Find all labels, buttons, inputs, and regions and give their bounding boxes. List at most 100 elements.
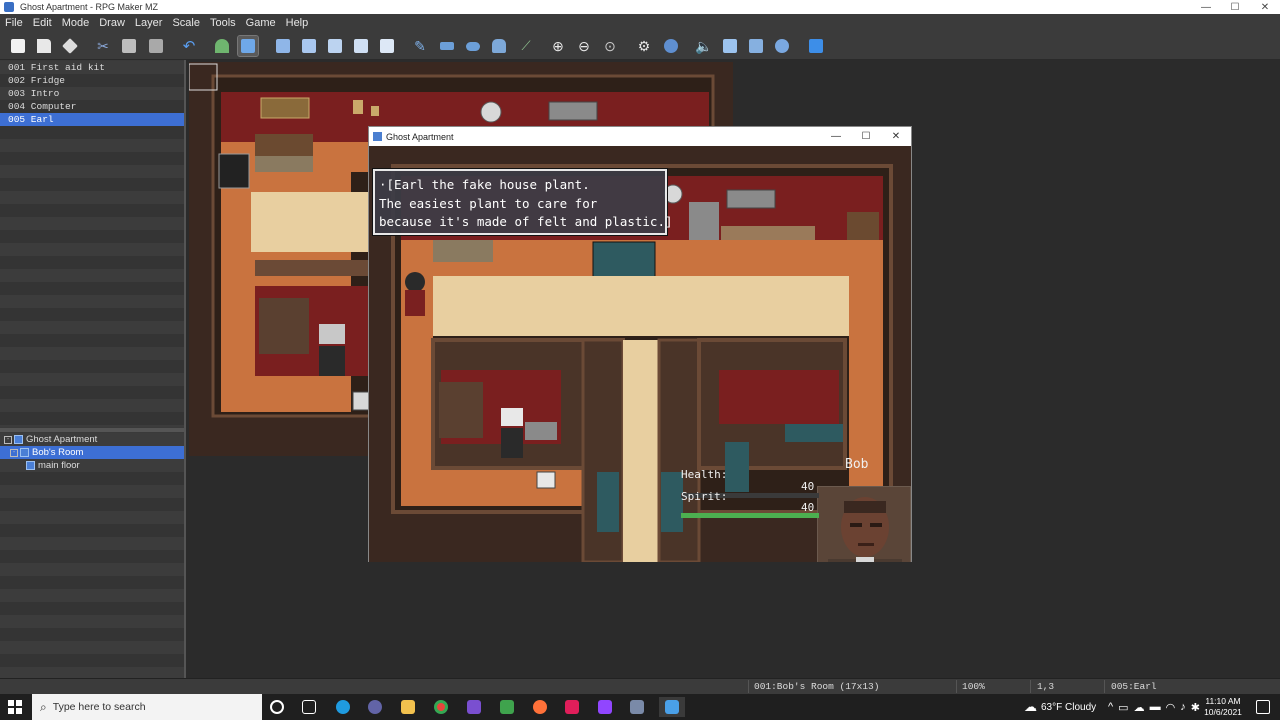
cut-icon[interactable]: ✂ — [93, 36, 113, 56]
status-coords: 1,3 — [1037, 681, 1055, 692]
cortana-icon[interactable] — [266, 697, 288, 717]
menu-mode[interactable]: Mode — [57, 17, 95, 29]
map-tree-project[interactable]: - Ghost Apartment — [0, 433, 184, 446]
message-line: ·[Earl the fake house plant. — [379, 177, 590, 192]
close-button[interactable]: ✕ — [1250, 0, 1280, 14]
tray-wifi-icon[interactable]: ◠ — [1166, 701, 1181, 714]
character-generator-icon[interactable] — [772, 36, 792, 56]
edge-icon[interactable] — [332, 697, 354, 717]
event-list: 001 First aid kit 002 Fridge 003 Intro 0… — [0, 61, 184, 427]
spirit-bar — [681, 513, 819, 518]
firefox-icon[interactable] — [529, 697, 551, 717]
playtest-maximize-button[interactable]: ☐ — [851, 127, 881, 146]
windows-start-icon[interactable] — [4, 697, 26, 717]
task-view-icon[interactable] — [298, 697, 320, 717]
layer-d-icon[interactable] — [351, 36, 371, 56]
event-list-item[interactable]: 001 First aid kit — [0, 61, 184, 74]
game-viewport[interactable]: ·[Earl the fake house plant. The easiest… — [369, 146, 911, 562]
maximize-button[interactable]: ☐ — [1220, 0, 1250, 14]
slack-icon[interactable] — [561, 697, 583, 717]
app-icon[interactable] — [463, 697, 485, 717]
copy-icon[interactable] — [119, 36, 139, 56]
tray-network-icon[interactable]: ▭ — [1118, 701, 1133, 714]
open-project-icon[interactable] — [34, 36, 54, 56]
menu-tools[interactable]: Tools — [205, 17, 241, 29]
tray-cloud-icon[interactable]: ☁ — [1134, 701, 1150, 714]
event-searcher-icon[interactable] — [720, 36, 740, 56]
status-map: 001:Bob's Room (17x13) — [754, 681, 880, 692]
zoom-in-icon[interactable]: ⊕ — [548, 36, 568, 56]
layer-a-icon[interactable] — [273, 36, 293, 56]
paste-icon[interactable] — [146, 36, 166, 56]
chrome-icon[interactable] — [430, 697, 452, 717]
rectangle-icon[interactable] — [437, 36, 457, 56]
menu-layer[interactable]: Layer — [130, 17, 168, 29]
new-project-icon[interactable] — [8, 36, 28, 56]
status-separator — [1104, 680, 1105, 693]
event-list-item[interactable]: 002 Fridge — [0, 74, 184, 87]
ellipse-icon[interactable] — [463, 36, 483, 56]
map-mode-icon[interactable] — [212, 36, 232, 56]
database-icon[interactable]: ⚙ — [634, 36, 654, 56]
map-tree-item-selected[interactable]: - Bob's Room — [0, 446, 184, 459]
menu-edit[interactable]: Edit — [28, 17, 57, 29]
playtest-window[interactable]: Ghost Apartment — ☐ ✕ ·[Earl the fake ho… — [368, 126, 912, 562]
rpg-maker-app: Ghost Apartment - RPG Maker MZ — ☐ ✕ Fil… — [0, 0, 1280, 720]
menu-bar: File Edit Mode Draw Layer Scale Tools Ga… — [0, 14, 1280, 32]
resource-manager-icon[interactable] — [746, 36, 766, 56]
zoom-out-icon[interactable]: ⊖ — [574, 36, 594, 56]
menu-scale[interactable]: Scale — [167, 17, 205, 29]
plugin-manager-icon[interactable] — [661, 36, 681, 56]
collapse-toggle-icon[interactable]: - — [10, 448, 18, 457]
hud-health-label: Health: — [681, 468, 728, 481]
save-project-icon[interactable] — [60, 36, 80, 56]
collapse-toggle-icon[interactable]: - — [4, 435, 12, 444]
menu-draw[interactable]: Draw — [94, 17, 130, 29]
layer-c-icon[interactable] — [325, 36, 345, 56]
event-list-item[interactable]: 004 Computer — [0, 100, 184, 113]
system-tray-icons[interactable]: ^ ▭ ☁ ▬ ◠ ♪ ✱ — [1108, 694, 1205, 720]
pencil-icon[interactable]: ✎ — [410, 36, 430, 56]
sidebar-splitter[interactable] — [184, 60, 186, 678]
event-list-item[interactable]: 003 Intro — [0, 87, 184, 100]
game-icon — [373, 132, 382, 141]
teams-icon[interactable] — [364, 697, 386, 717]
map-icon — [26, 461, 35, 470]
status-separator — [956, 680, 957, 693]
sound-test-icon[interactable]: 🔈 — [694, 36, 714, 56]
event-mode-icon[interactable] — [237, 35, 259, 57]
playtest-close-button[interactable]: ✕ — [881, 127, 911, 146]
twitch-icon[interactable] — [594, 697, 616, 717]
app-icon-2[interactable] — [496, 697, 518, 717]
minimize-button[interactable]: — — [1191, 0, 1221, 14]
event-list-item-selected[interactable]: 005 Earl — [0, 113, 184, 126]
clock-date: 10/6/2021 — [1204, 707, 1242, 717]
message-window[interactable]: ·[Earl the fake house plant. The easiest… — [373, 169, 673, 235]
tray-battery-icon[interactable]: ▬ — [1150, 701, 1166, 713]
menu-game[interactable]: Game — [241, 17, 281, 29]
fill-icon[interactable] — [489, 36, 509, 56]
tray-expand-icon[interactable]: ^ — [1108, 701, 1118, 713]
search-icon: ⌕ — [40, 699, 47, 714]
rpgmaker-icon[interactable] — [626, 697, 648, 717]
playtest-icon[interactable] — [806, 36, 826, 56]
rpgmaker-active-icon[interactable] — [659, 697, 685, 717]
zoom-actual-icon[interactable]: ⊙ — [600, 36, 620, 56]
menu-help[interactable]: Help — [281, 17, 314, 29]
shadow-pen-icon[interactable]: ⟋ — [516, 36, 536, 56]
portrait-face — [818, 487, 910, 562]
tray-volume-icon[interactable]: ♪ — [1180, 701, 1191, 713]
layer-r-icon[interactable] — [377, 36, 397, 56]
undo-icon[interactable]: ↶ — [179, 36, 199, 56]
weather-widget[interactable]: ☁ 63°F Cloudy — [1024, 694, 1096, 720]
menu-file[interactable]: File — [0, 17, 28, 29]
file-explorer-icon[interactable] — [397, 697, 419, 717]
map-tree-item[interactable]: main floor — [0, 459, 184, 472]
layer-b-icon[interactable] — [299, 36, 319, 56]
left-sidebar: 001 First aid kit 002 Fridge 003 Intro 0… — [0, 60, 186, 678]
panel-splitter[interactable] — [0, 428, 184, 432]
playtest-minimize-button[interactable]: — — [821, 127, 851, 146]
notifications-icon[interactable] — [1252, 697, 1274, 717]
taskbar-clock[interactable]: 11:10 AM 10/6/2021 — [1198, 696, 1248, 718]
taskbar-search-box[interactable]: ⌕ Type here to search — [32, 694, 262, 720]
